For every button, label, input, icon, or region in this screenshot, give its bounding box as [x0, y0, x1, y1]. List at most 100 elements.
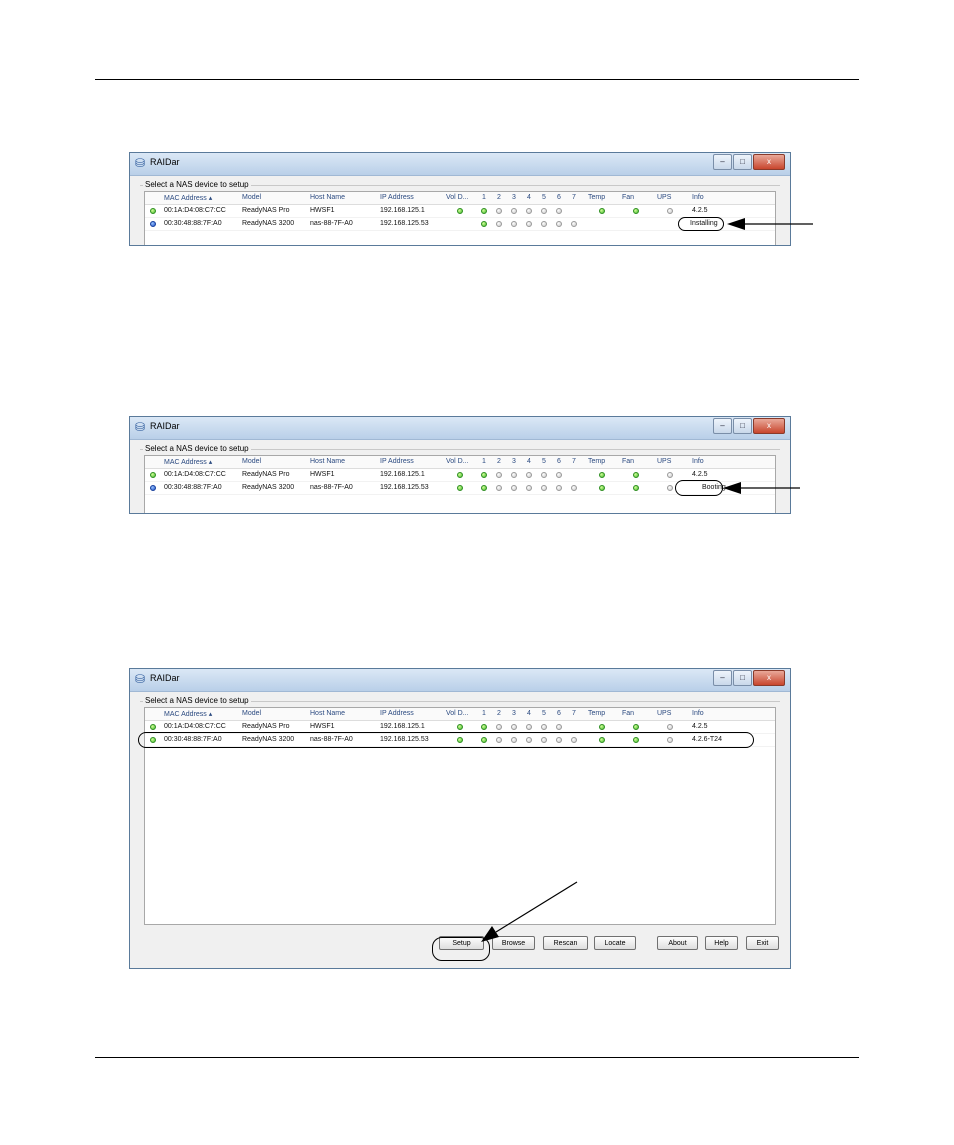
column-header-disk4[interactable]: 4 — [527, 194, 531, 201]
minimize-button[interactable]: – — [713, 418, 732, 434]
column-header-temp[interactable]: Temp — [588, 194, 605, 201]
column-header-disk3[interactable]: 3 — [512, 710, 516, 717]
column-header-vol[interactable]: Vol D... — [446, 710, 469, 717]
column-header-ups[interactable]: UPS — [657, 710, 671, 717]
column-header-info[interactable]: Info — [692, 710, 704, 717]
exit-button[interactable]: Exit — [746, 936, 779, 950]
column-header-temp[interactable]: Temp — [588, 458, 605, 465]
column-header-model[interactable]: Model — [242, 458, 261, 465]
rescan-button[interactable]: Rescan — [543, 936, 588, 950]
column-header-host[interactable]: Host Name — [310, 458, 345, 465]
minimize-button[interactable]: – — [713, 670, 732, 686]
column-header-mac[interactable]: MAC Address ▴ — [164, 710, 212, 718]
column-header-ups[interactable]: UPS — [657, 194, 671, 201]
status-green-icon — [150, 724, 156, 730]
temp-status-icon — [599, 208, 605, 214]
column-header-fan[interactable]: Fan — [622, 194, 634, 201]
column-header-disk6[interactable]: 6 — [557, 710, 561, 717]
sort-arrow-icon: ▴ — [208, 459, 213, 466]
ip-cell: 192.168.125.1 — [380, 207, 425, 214]
column-header-disk1[interactable]: 1 — [482, 194, 486, 201]
column-header-disk4[interactable]: 4 — [527, 710, 531, 717]
column-header-model[interactable]: Model — [242, 194, 261, 201]
column-header-disk6[interactable]: 6 — [557, 458, 561, 465]
locate-button[interactable]: Locate — [594, 936, 636, 950]
raidar-window-installing: ⛁ RAIDar – □ x Select a NAS device to se… — [129, 152, 791, 246]
column-header-fan[interactable]: Fan — [622, 458, 634, 465]
column-header-disk6[interactable]: 6 — [557, 194, 561, 201]
fan-status-icon — [633, 208, 639, 214]
column-header-disk2[interactable]: 2 — [497, 458, 501, 465]
fan-status-icon — [633, 724, 639, 730]
mac-cell: 00:30:48:88:7F:A0 — [164, 484, 222, 491]
column-header-fan[interactable]: Fan — [622, 710, 634, 717]
column-header-host[interactable]: Host Name — [310, 194, 345, 201]
model-cell: ReadyNAS Pro — [242, 207, 290, 214]
browse-button[interactable]: Browse — [492, 936, 535, 950]
column-header-mac[interactable]: MAC Address ▴ — [164, 458, 212, 466]
status-callout — [678, 217, 724, 231]
disk-status-icon — [481, 208, 487, 214]
column-header-ip[interactable]: IP Address — [380, 710, 414, 717]
about-button[interactable]: About — [657, 936, 698, 950]
disk-status-icon — [541, 724, 547, 730]
window-title: RAIDar — [150, 673, 180, 683]
disk-status-icon — [511, 724, 517, 730]
maximize-button[interactable]: □ — [733, 154, 752, 170]
disk-status-icon — [541, 485, 547, 491]
column-header-host[interactable]: Host Name — [310, 710, 345, 717]
model-cell: ReadyNAS 3200 — [242, 220, 295, 227]
window-title: RAIDar — [150, 421, 180, 431]
raidar-window-ready: ⛁ RAIDar – □ x Select a NAS device to se… — [129, 668, 791, 969]
column-header-vol[interactable]: Vol D... — [446, 458, 469, 465]
column-header-disk2[interactable]: 2 — [497, 194, 501, 201]
column-header-disk1[interactable]: 1 — [482, 458, 486, 465]
maximize-button[interactable]: □ — [733, 670, 752, 686]
column-header-mac[interactable]: MAC Address ▴ — [164, 194, 212, 202]
bottom-rule — [95, 1057, 859, 1058]
column-header-disk4[interactable]: 4 — [527, 458, 531, 465]
column-header-disk5[interactable]: 5 — [542, 458, 546, 465]
disk-status-icon — [571, 221, 577, 227]
disk-status-icon — [481, 485, 487, 491]
column-header-info[interactable]: Info — [692, 458, 704, 465]
volume-status-icon — [457, 485, 463, 491]
minimize-button[interactable]: – — [713, 154, 732, 170]
close-button[interactable]: x — [753, 418, 785, 434]
close-button[interactable]: x — [753, 670, 785, 686]
column-header-model[interactable]: Model — [242, 710, 261, 717]
group-label: Select a NAS device to setup — [143, 696, 251, 705]
help-button[interactable]: Help — [705, 936, 738, 950]
column-header-disk5[interactable]: 5 — [542, 710, 546, 717]
temp-status-icon — [599, 472, 605, 478]
info-cell: 4.2.5 — [692, 471, 708, 478]
column-header-ip[interactable]: IP Address — [380, 194, 414, 201]
raidar-icon: ⛁ — [135, 156, 146, 170]
column-header-disk2[interactable]: 2 — [497, 710, 501, 717]
column-header-vol[interactable]: Vol D... — [446, 194, 469, 201]
column-header-disk7[interactable]: 7 — [572, 710, 576, 717]
column-header-disk5[interactable]: 5 — [542, 194, 546, 201]
disk-status-icon — [496, 221, 502, 227]
ip-cell: 192.168.125.1 — [380, 723, 425, 730]
column-header-disk1[interactable]: 1 — [482, 710, 486, 717]
column-header-ups[interactable]: UPS — [657, 458, 671, 465]
column-header-disk3[interactable]: 3 — [512, 194, 516, 201]
raidar-icon: ⛁ — [135, 420, 146, 434]
disk-status-icon — [481, 221, 487, 227]
disk-status-icon — [556, 724, 562, 730]
column-header-ip[interactable]: IP Address — [380, 458, 414, 465]
column-header-disk7[interactable]: 7 — [572, 458, 576, 465]
model-cell: ReadyNAS Pro — [242, 471, 290, 478]
column-header-info[interactable]: Info — [692, 194, 704, 201]
group-label: Select a NAS device to setup — [143, 180, 251, 189]
disk-status-icon — [526, 221, 532, 227]
column-header-temp[interactable]: Temp — [588, 710, 605, 717]
close-button[interactable]: x — [753, 154, 785, 170]
mac-cell: 00:1A:D4:08:C7:CC — [164, 207, 226, 214]
table-row[interactable]: 00:1A:D4:08:C7:CC ReadyNAS Pro HWSF1 192… — [145, 205, 775, 218]
column-header-disk7[interactable]: 7 — [572, 194, 576, 201]
disk-status-icon — [526, 485, 532, 491]
maximize-button[interactable]: □ — [733, 418, 752, 434]
column-header-disk3[interactable]: 3 — [512, 458, 516, 465]
